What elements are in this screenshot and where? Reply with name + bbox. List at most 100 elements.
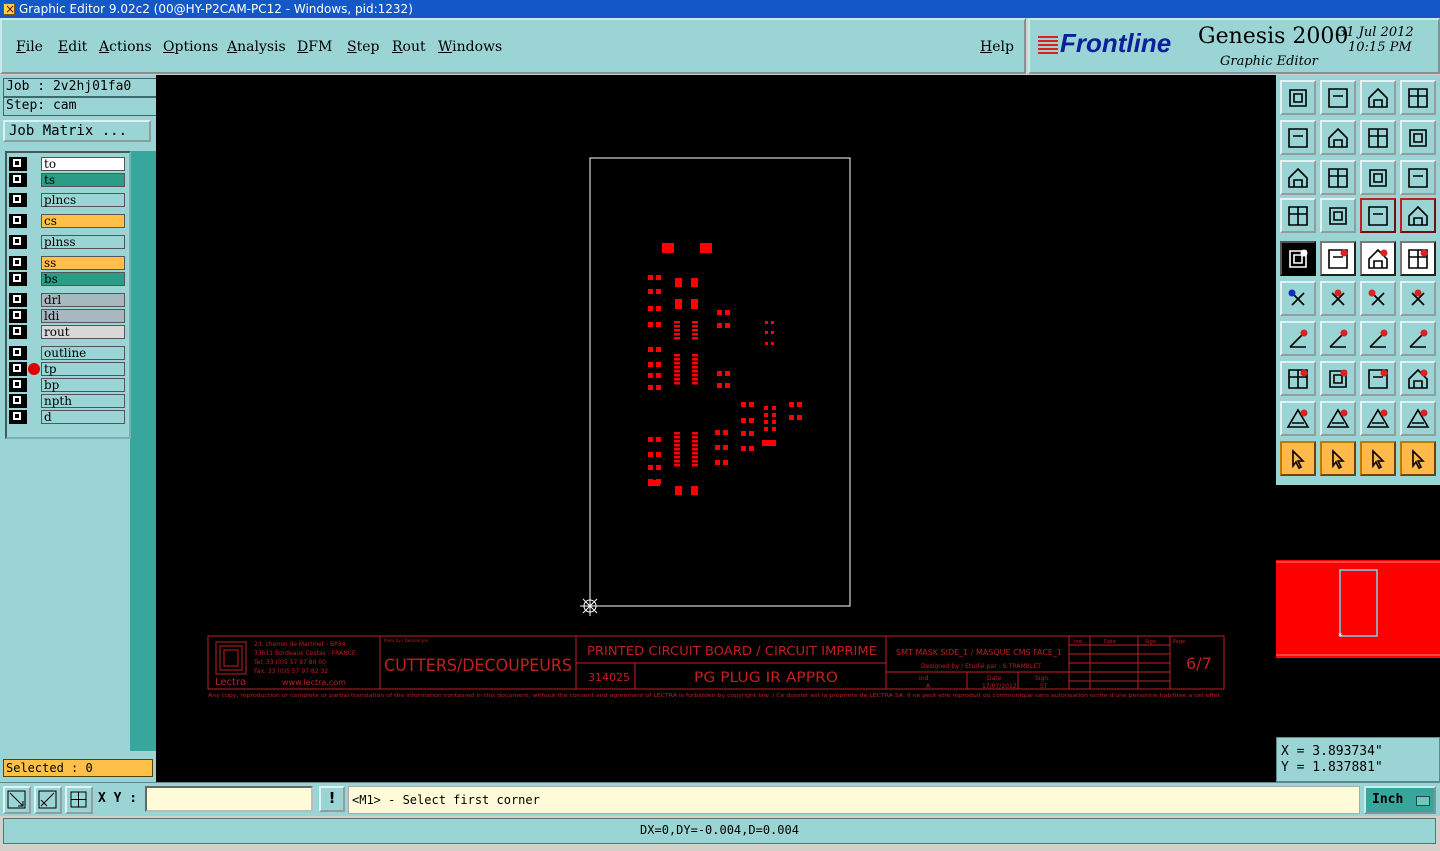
layer-row-to[interactable]: to: [9, 157, 125, 171]
menu-dfm[interactable]: DFM: [297, 39, 332, 55]
layer-name[interactable]: plnss: [41, 235, 125, 249]
layer-checkbox[interactable]: [9, 394, 27, 408]
layer-name[interactable]: outline: [41, 346, 125, 360]
tool-button-37[interactable]: [1280, 441, 1316, 476]
units-select[interactable]: Inch: [1364, 786, 1436, 814]
tool-button-4[interactable]: [1400, 80, 1436, 115]
tool-button-13[interactable]: [1280, 198, 1316, 233]
tool-button-19[interactable]: [1360, 241, 1396, 276]
layer-name[interactable]: d: [41, 410, 125, 424]
tool-button-27[interactable]: [1360, 321, 1396, 356]
layer-name[interactable]: ts: [41, 173, 125, 187]
menu-windows[interactable]: Windows: [438, 39, 502, 55]
layer-row-bp[interactable]: bp: [9, 378, 125, 392]
layer-name[interactable]: plncs: [41, 193, 125, 207]
layer-row-cs[interactable]: cs: [9, 214, 125, 228]
layer-checkbox[interactable]: [9, 410, 27, 424]
menu-analysis[interactable]: Analysis: [227, 39, 286, 55]
layer-name[interactable]: bp: [41, 378, 125, 392]
tool-button-32[interactable]: [1400, 361, 1436, 396]
tool-button-29[interactable]: [1280, 361, 1316, 396]
menu-file[interactable]: File: [16, 39, 43, 55]
layer-name[interactable]: rout: [41, 325, 125, 339]
layer-name[interactable]: ldi: [41, 309, 125, 323]
tool-button-25[interactable]: [1280, 321, 1316, 356]
tool-button-31[interactable]: [1360, 361, 1396, 396]
layer-row-outline[interactable]: outline: [9, 346, 125, 360]
tool-button-21[interactable]: [1280, 281, 1316, 316]
measure-button[interactable]: [34, 786, 62, 814]
tool-button-24[interactable]: [1400, 281, 1436, 316]
tool-button-39[interactable]: [1360, 441, 1396, 476]
tool-button-6[interactable]: [1320, 120, 1356, 155]
layer-checkbox[interactable]: [9, 272, 27, 286]
tool-button-34[interactable]: [1320, 401, 1356, 436]
overview-window[interactable]: *: [1276, 485, 1440, 737]
tool-button-8[interactable]: [1400, 120, 1436, 155]
layer-row-plnss[interactable]: plnss: [9, 235, 125, 249]
layer-checkbox[interactable]: [9, 193, 27, 207]
layer-checkbox[interactable]: [9, 293, 27, 307]
zoom-box-button[interactable]: [3, 786, 31, 814]
tool-button-2[interactable]: [1320, 80, 1356, 115]
layer-row-ts[interactable]: ts: [9, 173, 125, 187]
layer-row-ldi[interactable]: ldi: [9, 309, 125, 323]
tool-button-36[interactable]: [1400, 401, 1436, 436]
tool-button-28[interactable]: [1400, 321, 1436, 356]
layer-checkbox[interactable]: [9, 309, 27, 323]
layer-checkbox[interactable]: [9, 378, 27, 392]
layer-checkbox[interactable]: [9, 256, 27, 270]
layer-checkbox[interactable]: [9, 214, 27, 228]
layer-name[interactable]: npth: [41, 394, 125, 408]
tool-button-11[interactable]: [1360, 160, 1396, 195]
tool-button-12[interactable]: [1400, 160, 1436, 195]
layer-checkbox[interactable]: [9, 325, 27, 339]
layer-row-drl[interactable]: drl: [9, 293, 125, 307]
tool-button-35[interactable]: [1360, 401, 1396, 436]
tool-button-40[interactable]: [1400, 441, 1436, 476]
tool-button-9[interactable]: [1280, 160, 1316, 195]
menu-rout[interactable]: Rout: [392, 39, 426, 55]
layer-checkbox[interactable]: [9, 157, 27, 171]
layer-name[interactable]: cs: [41, 214, 125, 228]
tool-button-23[interactable]: [1360, 281, 1396, 316]
grid-snap-button[interactable]: [65, 786, 93, 814]
tool-button-15[interactable]: [1360, 198, 1396, 233]
layer-name[interactable]: to: [41, 157, 125, 171]
menu-actions[interactable]: Actions: [99, 39, 152, 55]
tool-button-30[interactable]: [1320, 361, 1356, 396]
tool-button-14[interactable]: [1320, 198, 1356, 233]
layer-checkbox[interactable]: [9, 346, 27, 360]
layer-checkbox[interactable]: [9, 173, 27, 187]
xy-input[interactable]: [145, 786, 313, 812]
tool-button-17[interactable]: [1280, 241, 1316, 276]
tool-button-5[interactable]: [1280, 120, 1316, 155]
alert-button[interactable]: !: [319, 786, 345, 812]
layer-row-ss[interactable]: ss: [9, 256, 125, 270]
layer-row-tp[interactable]: tp: [9, 362, 125, 376]
job-matrix-button[interactable]: Job Matrix ...: [3, 120, 151, 142]
tool-button-26[interactable]: [1320, 321, 1356, 356]
tool-button-16[interactable]: [1400, 198, 1436, 233]
layer-name[interactable]: drl: [41, 293, 125, 307]
layer-row-bs[interactable]: bs: [9, 272, 125, 286]
menu-help[interactable]: Help: [980, 39, 1014, 55]
tool-button-22[interactable]: [1320, 281, 1356, 316]
tool-button-38[interactable]: [1320, 441, 1356, 476]
tool-button-7[interactable]: [1360, 120, 1396, 155]
layer-row-plncs[interactable]: plncs: [9, 193, 125, 207]
layer-row-rout[interactable]: rout: [9, 325, 125, 339]
tool-button-3[interactable]: [1360, 80, 1396, 115]
layer-checkbox[interactable]: [9, 235, 27, 249]
layer-name[interactable]: tp: [41, 362, 125, 376]
tool-button-33[interactable]: [1280, 401, 1316, 436]
layer-row-d[interactable]: d: [9, 410, 125, 424]
tool-button-20[interactable]: [1400, 241, 1436, 276]
tool-button-1[interactable]: [1280, 80, 1316, 115]
menu-options[interactable]: Options: [163, 39, 218, 55]
layer-name[interactable]: bs: [41, 272, 125, 286]
menu-step[interactable]: Step: [347, 39, 379, 55]
layer-checkbox[interactable]: [9, 362, 27, 376]
layer-name[interactable]: ss: [41, 256, 125, 270]
tool-button-18[interactable]: [1320, 241, 1356, 276]
